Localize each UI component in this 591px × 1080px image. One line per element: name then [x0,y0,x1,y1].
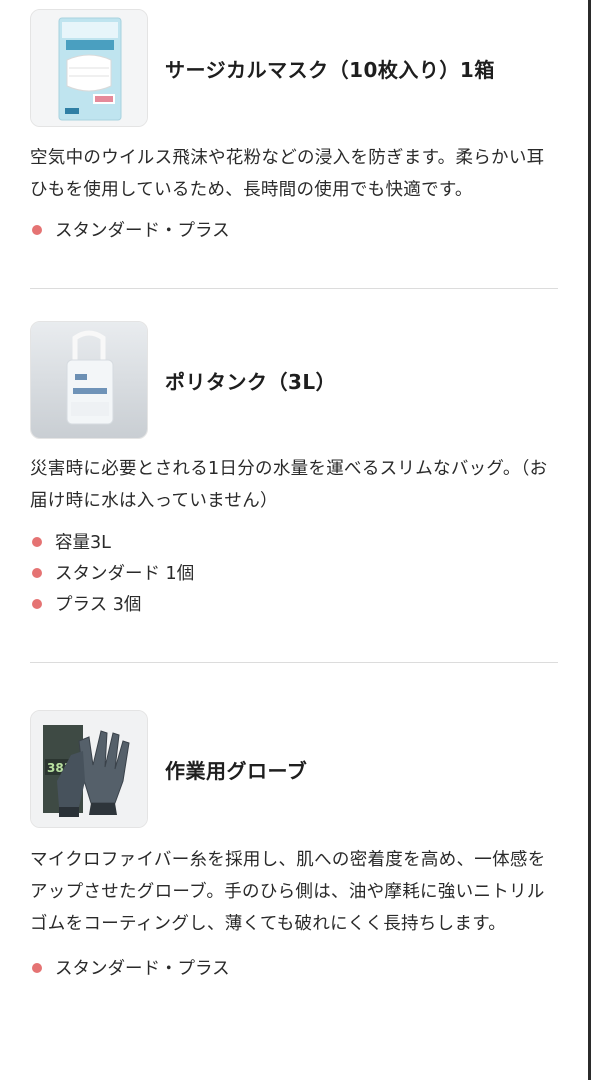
product-thumbnail: 381 [30,710,148,828]
product-thumbnail [30,9,148,127]
spec-list: スタンダード・プラス [30,952,560,983]
spec-label: スタンダード・プラス [55,959,230,979]
spec-label: スタンダード 1個 [55,564,195,584]
product-list: サージカルマスク（10枚入り）1箱 空気中のウイルス飛沫や花粉などの浸入を防ぎま… [30,0,560,983]
product-title: 作業用グローブ [165,758,308,783]
spec-item: スタンダード 1個 [30,557,560,588]
bullet-icon [32,962,42,973]
spec-label: 容量3L [55,533,111,553]
work-gloves-icon: 381 [31,711,147,827]
spec-item: スタンダード・プラス [30,952,560,983]
bullet-icon [32,598,42,609]
product-title: ポリタンク（3L） [165,369,337,394]
product-card-poly-tank: ポリタンク（3L） 災害時に必要とされる1日分の水量を運べるスリムなバッグ。（お… [30,289,560,619]
product-description: マイクロファイバー糸を採用し、肌への密着度を高め、一体感をアップさせたグローブ。… [30,850,546,934]
product-title: サージカルマスク（10枚入り）1箱 [165,57,495,82]
spec-list: スタンダード・プラス [30,214,560,245]
product-card-work-gloves: 381 作業用グローブ マイクロファイバー糸を採用し、肌への密着度を高め、一体感… [30,663,560,983]
bullet-icon [32,536,42,547]
product-description: 災害時に必要とされる1日分の水量を運べるスリムなバッグ。（お届け時に水は入ってい… [30,459,548,511]
bullet-icon [32,567,42,578]
spec-label: スタンダード・プラス [55,221,230,241]
product-header: ポリタンク（3L） [30,320,560,440]
spec-label: プラス 3個 [55,595,142,615]
spec-item: スタンダード・プラス [30,214,560,245]
spec-item: プラス 3個 [30,588,560,619]
spec-list: 容量3L スタンダード 1個 プラス 3個 [30,526,560,619]
product-description: 空気中のウイルス飛沫や花粉などの浸入を防ぎます。柔らかい耳ひもを使用しているため… [30,148,545,200]
water-bag-icon [31,322,147,438]
spec-item: 容量3L [30,526,560,557]
product-thumbnail [30,321,148,439]
bullet-icon [32,224,42,235]
mask-box-icon [31,10,147,126]
product-header: サージカルマスク（10枚入り）1箱 [30,8,560,128]
product-card-surgical-mask: サージカルマスク（10枚入り）1箱 空気中のウイルス飛沫や花粉などの浸入を防ぎま… [30,0,560,245]
product-header: 381 作業用グローブ [30,709,560,829]
